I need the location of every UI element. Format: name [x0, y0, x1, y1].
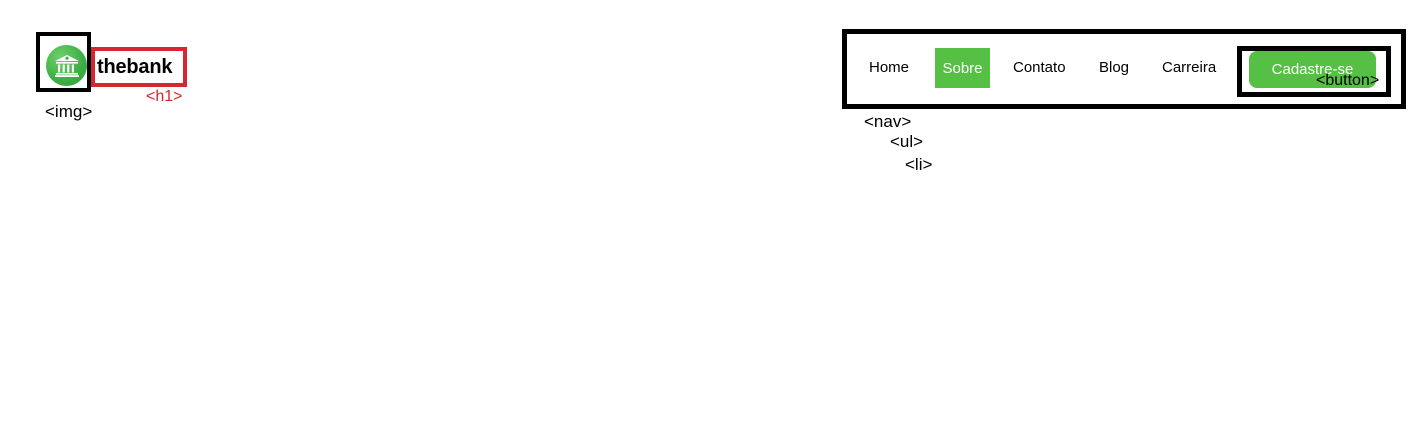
button-tag-label: <button> [1316, 72, 1380, 89]
nav-item-home[interactable]: Home [869, 58, 909, 78]
h1-tag-label: <h1> [146, 88, 183, 105]
bank-icon [54, 54, 79, 77]
ul-tag-label: <ul> [890, 132, 924, 151]
img-outline [36, 32, 91, 92]
nav-item-sobre[interactable]: Sobre [935, 48, 990, 88]
brand-title: thebank [97, 56, 173, 78]
bank-logo-icon [46, 45, 87, 86]
h1-outline: thebank [91, 47, 187, 87]
nav-item-blog[interactable]: Blog [1099, 58, 1129, 78]
nav-item-contato[interactable]: Contato [1013, 58, 1066, 78]
nav-item-carreira[interactable]: Carreira [1162, 58, 1216, 78]
nav-tag-label: <nav> [864, 112, 912, 131]
img-tag-label: <img> [45, 102, 93, 121]
li-tag-label: <li> [905, 155, 933, 174]
